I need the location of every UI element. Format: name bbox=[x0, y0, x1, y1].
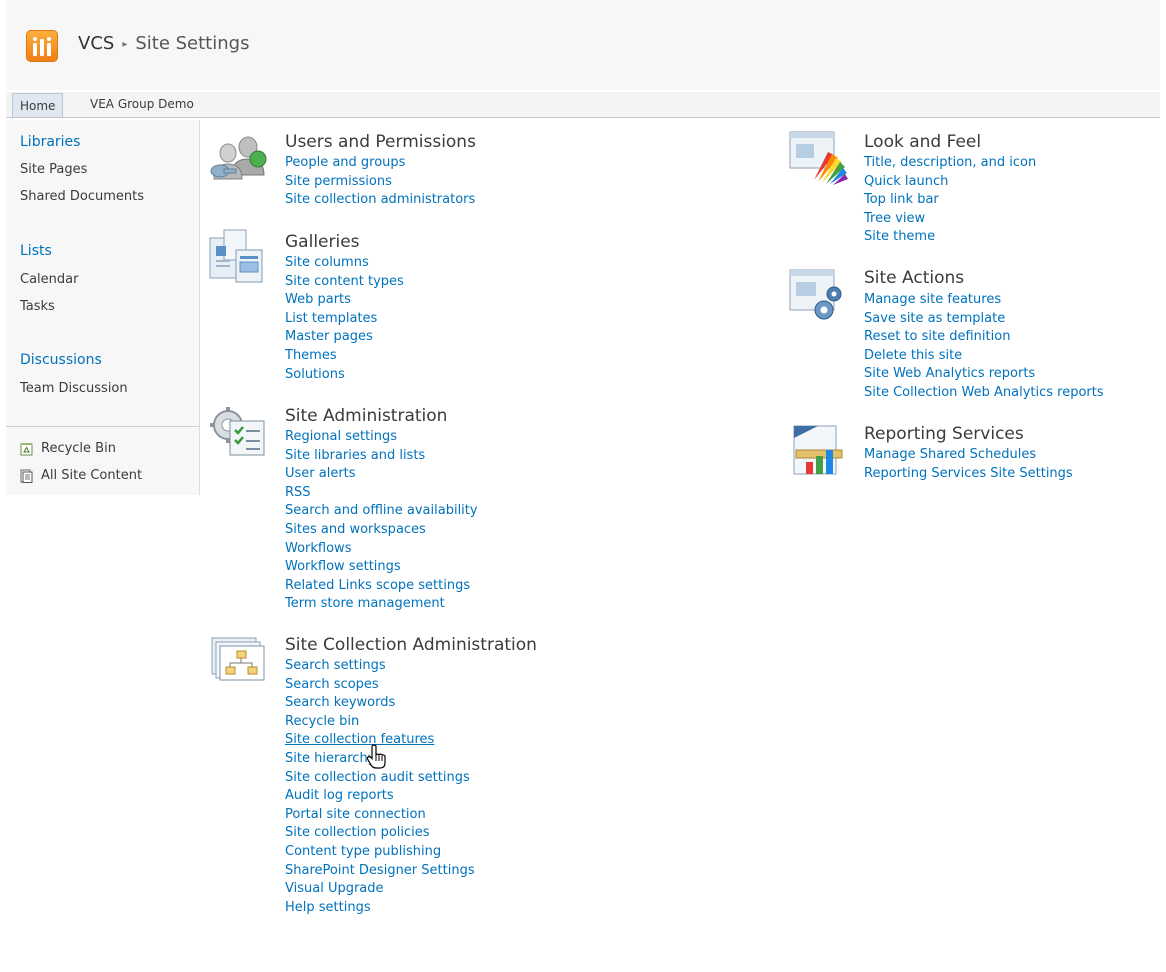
link-regional-settings[interactable]: Regional settings bbox=[285, 428, 478, 447]
link-top-link-bar[interactable]: Top link bar bbox=[864, 191, 1036, 210]
link-workflow-settings[interactable]: Workflow settings bbox=[285, 558, 478, 577]
site-administration-icon bbox=[210, 407, 265, 456]
link-save-site-as-template[interactable]: Save site as template bbox=[864, 310, 1104, 329]
link-site-theme[interactable]: Site theme bbox=[864, 228, 1036, 247]
tab-vea-group-demo[interactable]: VEA Group Demo bbox=[90, 92, 194, 116]
link-audit-log-reports[interactable]: Audit log reports bbox=[285, 787, 475, 806]
link-web-parts[interactable]: Web parts bbox=[285, 291, 404, 310]
link-list-templates[interactable]: List templates bbox=[285, 310, 404, 329]
link-site-libraries-and-lists[interactable]: Site libraries and lists bbox=[285, 447, 478, 466]
ql-all-site-content[interactable]: All Site Content bbox=[20, 468, 142, 483]
link-site-collection-web-analytics-reports[interactable]: Site Collection Web Analytics reports bbox=[864, 384, 1104, 403]
section-title-galleries: Galleries bbox=[285, 232, 360, 252]
recycle-bin-icon bbox=[20, 442, 33, 455]
section-title-look-and-feel: Look and Feel bbox=[864, 132, 982, 152]
all-site-content-icon bbox=[20, 469, 33, 483]
look-and-feel-icon bbox=[789, 131, 848, 185]
ql-heading-libraries[interactable]: Libraries bbox=[20, 134, 80, 150]
link-visual-upgrade[interactable]: Visual Upgrade bbox=[285, 880, 475, 899]
link-search-keywords[interactable]: Search keywords bbox=[285, 694, 475, 713]
breadcrumb-separator-icon: ▸ bbox=[122, 39, 128, 50]
section-title-users-permissions: Users and Permissions bbox=[285, 132, 476, 152]
link-reset-to-site-definition[interactable]: Reset to site definition bbox=[864, 328, 1104, 347]
link-term-store-management[interactable]: Term store management bbox=[285, 595, 478, 614]
ql-item-tasks[interactable]: Tasks bbox=[20, 299, 55, 314]
site-logo-icon[interactable] bbox=[26, 30, 58, 62]
ql-item-site-pages[interactable]: Site Pages bbox=[20, 162, 87, 177]
link-master-pages[interactable]: Master pages bbox=[285, 328, 404, 347]
link-portal-site-connection[interactable]: Portal site connection bbox=[285, 806, 475, 825]
link-recycle-bin[interactable]: Recycle bin bbox=[285, 713, 475, 732]
title-area: VCS ▸ Site Settings bbox=[6, 0, 1160, 90]
link-people-and-groups[interactable]: People and groups bbox=[285, 154, 475, 173]
ql-heading-lists[interactable]: Lists bbox=[20, 243, 52, 259]
section-title-reporting-services: Reporting Services bbox=[864, 424, 1024, 444]
link-content-type-publishing[interactable]: Content type publishing bbox=[285, 843, 475, 862]
breadcrumb-site-link[interactable]: VCS bbox=[78, 33, 114, 54]
section-title-site-collection-administration: Site Collection Administration bbox=[285, 635, 537, 655]
users-permissions-icon bbox=[210, 136, 267, 180]
site-collection-administration-icon bbox=[211, 637, 265, 681]
link-search-settings[interactable]: Search settings bbox=[285, 657, 475, 676]
link-themes[interactable]: Themes bbox=[285, 347, 404, 366]
page-title: Site Settings bbox=[135, 33, 250, 54]
link-sites-and-workspaces[interactable]: Sites and workspaces bbox=[285, 521, 478, 540]
link-user-alerts[interactable]: User alerts bbox=[285, 465, 478, 484]
link-site-web-analytics-reports[interactable]: Site Web Analytics reports bbox=[864, 365, 1104, 384]
link-manage-shared-schedules[interactable]: Manage Shared Schedules bbox=[864, 446, 1073, 465]
link-site-permissions[interactable]: Site permissions bbox=[285, 173, 475, 192]
link-workflows[interactable]: Workflows bbox=[285, 540, 478, 559]
link-search-offline-availability[interactable]: Search and offline availability bbox=[285, 502, 478, 521]
ql-item-team-discussion[interactable]: Team Discussion bbox=[20, 381, 128, 396]
link-search-scopes[interactable]: Search scopes bbox=[285, 676, 475, 695]
link-sharepoint-designer-settings[interactable]: SharePoint Designer Settings bbox=[285, 862, 475, 881]
link-site-content-types[interactable]: Site content types bbox=[285, 273, 404, 292]
link-related-links-scope-settings[interactable]: Related Links scope settings bbox=[285, 577, 478, 596]
section-title-site-actions: Site Actions bbox=[864, 268, 965, 288]
link-site-collection-administrators[interactable]: Site collection administrators bbox=[285, 191, 475, 210]
link-help-settings[interactable]: Help settings bbox=[285, 899, 475, 918]
site-actions-icon bbox=[789, 269, 842, 320]
top-link-bar: Home VEA Group Demo bbox=[6, 92, 1160, 118]
link-solutions[interactable]: Solutions bbox=[285, 366, 404, 385]
link-manage-site-features[interactable]: Manage site features bbox=[864, 291, 1104, 310]
section-links-look-and-feel: Title, description, and icon Quick launc… bbox=[864, 154, 1036, 247]
section-links-users-permissions: People and groups Site permissions Site … bbox=[285, 154, 475, 210]
section-links-site-collection-administration: Search settings Search scopes Search key… bbox=[285, 657, 475, 917]
link-delete-this-site[interactable]: Delete this site bbox=[864, 347, 1104, 366]
ql-divider bbox=[6, 426, 199, 427]
link-reporting-services-site-settings[interactable]: Reporting Services Site Settings bbox=[864, 465, 1073, 484]
link-quick-launch[interactable]: Quick launch bbox=[864, 173, 1036, 192]
quick-launch: Libraries Site Pages Shared Documents Li… bbox=[6, 120, 200, 495]
section-links-reporting-services: Manage Shared Schedules Reporting Servic… bbox=[864, 446, 1073, 483]
link-site-columns[interactable]: Site columns bbox=[285, 254, 404, 273]
section-links-site-administration: Regional settings Site libraries and lis… bbox=[285, 428, 478, 614]
section-title-site-administration: Site Administration bbox=[285, 406, 448, 426]
reporting-services-icon bbox=[793, 425, 843, 475]
hand-pointer-icon bbox=[366, 744, 386, 769]
link-site-collection-audit-settings[interactable]: Site collection audit settings bbox=[285, 769, 475, 788]
ql-recycle-bin[interactable]: Recycle Bin bbox=[20, 441, 116, 456]
section-links-galleries: Site columns Site content types Web part… bbox=[285, 254, 404, 384]
ql-all-site-content-label: All Site Content bbox=[41, 468, 143, 483]
ql-recycle-bin-label: Recycle Bin bbox=[41, 441, 116, 456]
breadcrumb: VCS ▸ Site Settings bbox=[78, 33, 249, 54]
link-rss[interactable]: RSS bbox=[285, 484, 478, 503]
galleries-icon bbox=[209, 229, 263, 283]
ql-item-calendar[interactable]: Calendar bbox=[20, 272, 78, 287]
link-site-collection-policies[interactable]: Site collection policies bbox=[285, 824, 475, 843]
tab-home[interactable]: Home bbox=[12, 93, 64, 117]
ql-heading-discussions[interactable]: Discussions bbox=[20, 352, 102, 368]
link-tree-view[interactable]: Tree view bbox=[864, 210, 1036, 229]
section-links-site-actions: Manage site features Save site as templa… bbox=[864, 291, 1104, 403]
ql-item-shared-documents[interactable]: Shared Documents bbox=[20, 189, 144, 204]
link-title-description-icon[interactable]: Title, description, and icon bbox=[864, 154, 1036, 173]
